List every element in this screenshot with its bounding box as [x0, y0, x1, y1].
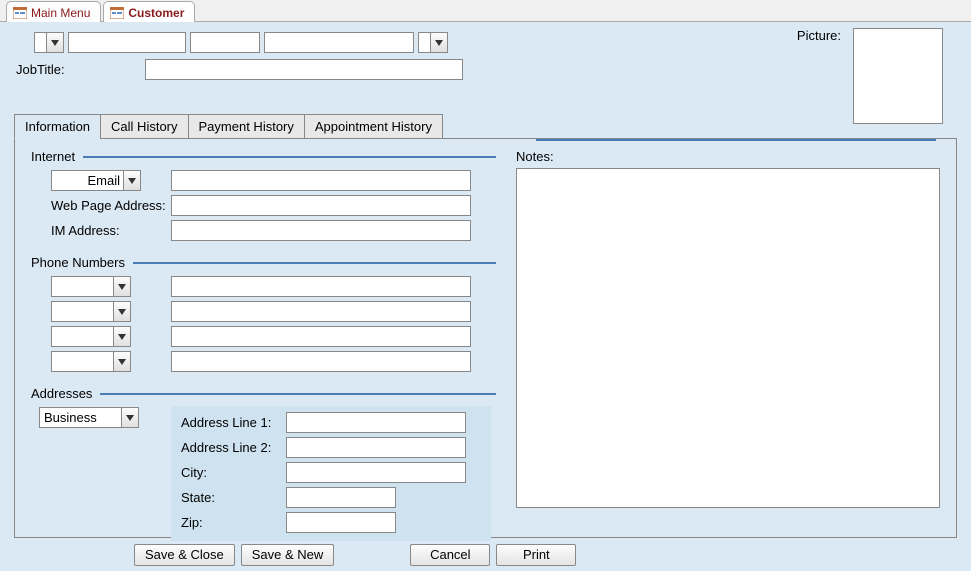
decorative-rule: [133, 262, 496, 264]
notes-textarea[interactable]: [516, 168, 940, 508]
picture-label: Picture:: [797, 28, 841, 43]
suffix-dropdown[interactable]: [418, 32, 448, 53]
chevron-down-icon: [113, 277, 130, 296]
phone4-type-dropdown[interactable]: [51, 351, 131, 372]
print-button[interactable]: Print: [496, 544, 576, 566]
phone3-input[interactable]: [171, 326, 471, 347]
window-tab-main-menu[interactable]: Main Menu: [6, 1, 101, 22]
form-body: JobTitle: Picture: Information Call Hist…: [0, 22, 971, 571]
address-panel: Address Line 1: Address Line 2: City: St…: [171, 406, 491, 541]
state-input[interactable]: [286, 487, 396, 508]
form-icon: [13, 7, 27, 19]
chevron-down-icon: [113, 302, 130, 321]
tab-information[interactable]: Information: [14, 114, 101, 139]
first-name-input[interactable]: [68, 32, 186, 53]
jobtitle-label: JobTitle:: [16, 62, 65, 77]
save-close-button[interactable]: Save & Close: [134, 544, 235, 566]
decorative-rule: [83, 156, 496, 158]
addr2-label: Address Line 2:: [181, 440, 286, 455]
chevron-down-icon: [121, 408, 138, 427]
chevron-down-icon: [123, 171, 140, 190]
webpage-label: Web Page Address:: [31, 198, 171, 213]
address-type-value: Business: [44, 410, 97, 425]
chevron-down-icon: [113, 327, 130, 346]
window-tab-bar: Main Menu Customer: [0, 0, 971, 22]
button-row: Save & Close Save & New Cancel Print: [14, 544, 957, 566]
im-label: IM Address:: [31, 223, 171, 238]
last-name-input[interactable]: [264, 32, 414, 53]
im-input[interactable]: [171, 220, 471, 241]
phone1-input[interactable]: [171, 276, 471, 297]
webpage-input[interactable]: [171, 195, 471, 216]
city-label: City:: [181, 465, 286, 480]
save-new-button[interactable]: Save & New: [241, 544, 335, 566]
decorative-rule: [536, 139, 936, 141]
tab-appointment-history[interactable]: Appointment History: [304, 114, 443, 139]
window-tab-main-menu-label: Main Menu: [31, 6, 90, 20]
city-input[interactable]: [286, 462, 466, 483]
decorative-rule: [100, 393, 496, 395]
phone2-type-dropdown[interactable]: [51, 301, 131, 322]
zip-input[interactable]: [286, 512, 396, 533]
phone4-input[interactable]: [171, 351, 471, 372]
prefix-dropdown[interactable]: [34, 32, 64, 53]
window-tab-customer-label: Customer: [128, 6, 184, 20]
addresses-group-label: Addresses: [31, 386, 92, 401]
addr2-input[interactable]: [286, 437, 466, 458]
tab-payment-history[interactable]: Payment History: [188, 114, 305, 139]
tab-panel-information: Internet Email Web Page Address:: [14, 138, 957, 538]
notes-label: Notes:: [516, 149, 940, 164]
zip-label: Zip:: [181, 515, 286, 530]
phone2-input[interactable]: [171, 301, 471, 322]
cancel-button[interactable]: Cancel: [410, 544, 490, 566]
picture-box[interactable]: [853, 28, 943, 124]
address-type-dropdown[interactable]: Business: [39, 407, 139, 428]
chevron-down-icon: [46, 33, 63, 52]
chevron-down-icon: [430, 33, 447, 52]
addr1-input[interactable]: [286, 412, 466, 433]
form-icon: [110, 7, 124, 19]
tab-strip: Information Call History Payment History…: [14, 114, 957, 139]
tab-call-history[interactable]: Call History: [100, 114, 188, 139]
chevron-down-icon: [113, 352, 130, 371]
internet-group-label: Internet: [31, 149, 75, 164]
email-input[interactable]: [171, 170, 471, 191]
middle-name-input[interactable]: [190, 32, 260, 53]
phone1-type-dropdown[interactable]: [51, 276, 131, 297]
addr1-label: Address Line 1:: [181, 415, 286, 430]
state-label: State:: [181, 490, 286, 505]
email-type-dropdown[interactable]: Email: [51, 170, 141, 191]
window-tab-customer[interactable]: Customer: [103, 1, 195, 22]
phone3-type-dropdown[interactable]: [51, 326, 131, 347]
email-type-value: Email: [87, 173, 120, 188]
jobtitle-input[interactable]: [145, 59, 463, 80]
phone-group-label: Phone Numbers: [31, 255, 125, 270]
